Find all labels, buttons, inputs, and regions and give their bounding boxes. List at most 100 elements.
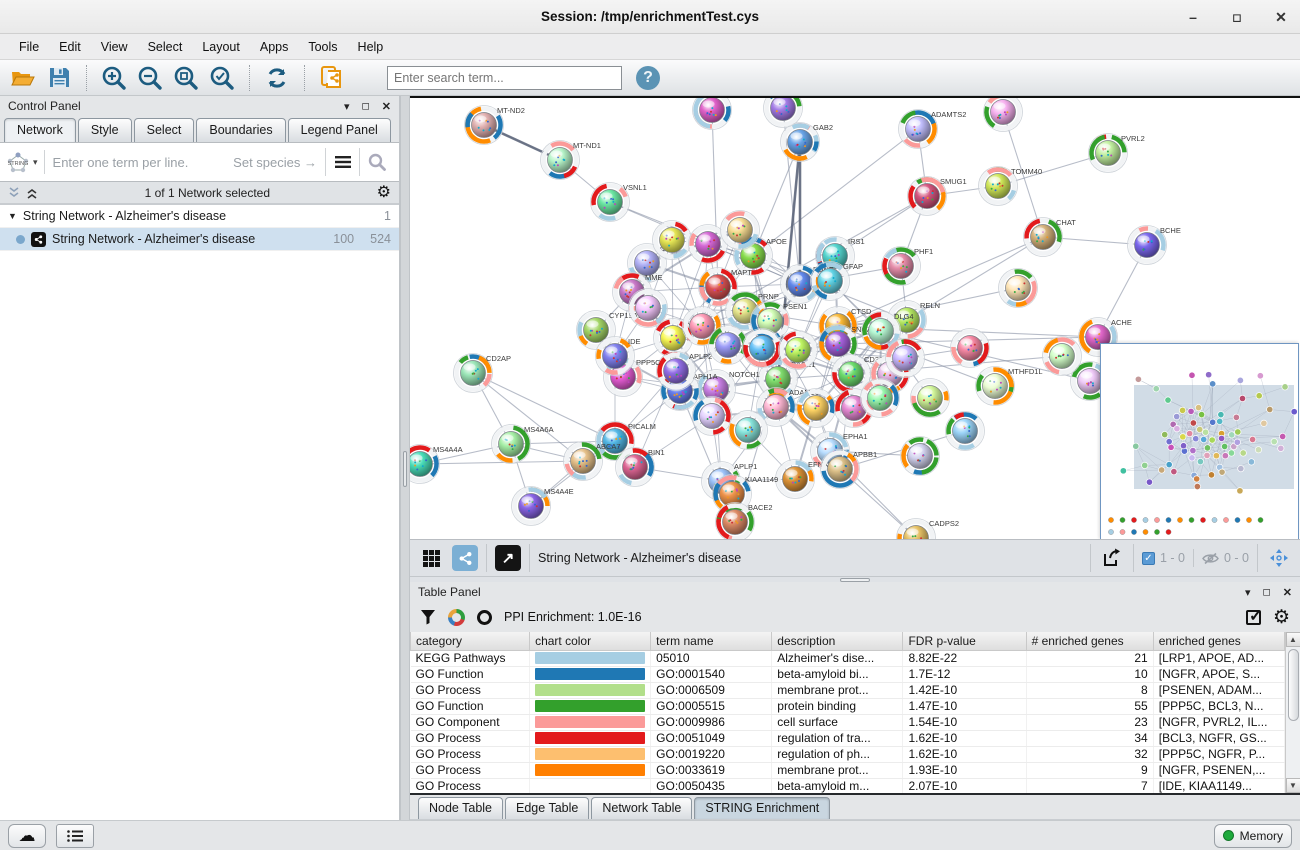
menu-select[interactable]: Select [139, 37, 192, 57]
filter-icon[interactable] [420, 609, 436, 625]
table-row[interactable]: GO ProcessGO:0051049regulation of tra...… [411, 730, 1285, 746]
panel-float-icon[interactable]: ◻ [1262, 587, 1270, 598]
detach-view-button[interactable]: ↗ [495, 545, 521, 571]
birds-eye-toggle-button[interactable] [1266, 545, 1292, 571]
network-node[interactable] [946, 412, 985, 451]
panel-close-icon[interactable]: ✕ [1283, 586, 1292, 599]
column-header[interactable]: term name [651, 632, 772, 650]
network-node[interactable] [693, 98, 732, 130]
export-network-button[interactable] [317, 63, 347, 93]
network-node[interactable] [693, 397, 732, 436]
table-row[interactable]: GO ProcessGO:0050435beta-amyloid m...2.0… [411, 778, 1285, 793]
network-node[interactable]: VSNL1 [591, 183, 647, 222]
splitter-handle[interactable] [403, 451, 407, 487]
zoom-fit-button[interactable] [171, 63, 201, 93]
birds-eye-graph[interactable] [1101, 344, 1298, 539]
panel-splitter-vertical[interactable] [400, 96, 410, 820]
search-input[interactable] [387, 66, 622, 90]
tab-select[interactable]: Select [134, 118, 195, 142]
pie-chart-icon[interactable] [448, 609, 465, 626]
menu-tools[interactable]: Tools [299, 37, 346, 57]
open-session-button[interactable] [8, 63, 38, 93]
table-row[interactable]: GO FunctionGO:0001540beta-amyloid bi...1… [411, 666, 1285, 682]
network-row[interactable]: String Network - Alzheimer's disease 100… [0, 228, 399, 251]
tab-boundaries[interactable]: Boundaries [196, 118, 285, 142]
scroll-thumb[interactable] [1288, 649, 1299, 721]
string-query-input[interactable]: Enter one term per line. Set species → [45, 155, 325, 170]
network-node[interactable]: SMUG1 [908, 177, 967, 216]
scroll-up-button[interactable]: ▲ [1286, 632, 1300, 647]
network-node[interactable]: CHAT [1024, 218, 1077, 257]
network-node[interactable]: PHF1 [882, 247, 934, 286]
refresh-button[interactable] [262, 63, 292, 93]
column-header[interactable]: enriched genes [1153, 632, 1284, 650]
network-node[interactable]: MS4A6A [492, 425, 554, 464]
network-node[interactable]: ADAMTS2 [899, 110, 967, 149]
column-header[interactable]: FDR p-value [903, 632, 1026, 650]
network-canvas[interactable]: MT-ND2MT-ND1VSNL1GAB2ADAMTS2PVRL2TOMM40S… [410, 96, 1300, 539]
zoom-selected-button[interactable] [207, 63, 237, 93]
expand-all-icon[interactable] [26, 187, 38, 199]
network-node[interactable]: MS4A4A [410, 445, 463, 484]
collapse-all-icon[interactable] [8, 187, 20, 199]
network-node[interactable]: PVRL2 [1089, 134, 1145, 173]
grid-view-button[interactable] [418, 545, 444, 571]
export-view-button[interactable] [1099, 545, 1125, 571]
tab-node-table[interactable]: Node Table [418, 797, 503, 819]
zoom-in-button[interactable] [99, 63, 129, 93]
menu-apps[interactable]: Apps [251, 37, 298, 57]
network-node[interactable]: TOMM40 [979, 167, 1043, 206]
memory-button[interactable]: Memory [1214, 824, 1292, 848]
tab-string-enrichment[interactable]: STRING Enrichment [694, 797, 830, 819]
panel-collapse-icon[interactable]: ▾ [344, 100, 350, 113]
network-node[interactable]: MT-ND1 [541, 141, 601, 180]
save-session-button[interactable] [44, 63, 74, 93]
tree-expander-icon[interactable]: ▼ [8, 211, 17, 221]
string-source-selector[interactable]: STRING ▾ [6, 150, 45, 174]
network-collection-row[interactable]: ▼ String Network - Alzheimer's disease 1 [0, 205, 399, 228]
menu-view[interactable]: View [92, 37, 137, 57]
network-node[interactable] [729, 411, 768, 450]
panel-close-icon[interactable]: ✕ [382, 100, 391, 113]
panel-collapse-icon[interactable]: ▾ [1245, 586, 1251, 599]
tab-style[interactable]: Style [78, 118, 132, 142]
menu-edit[interactable]: Edit [50, 37, 90, 57]
column-header[interactable]: description [772, 632, 903, 650]
column-header[interactable]: # enriched genes [1026, 632, 1153, 650]
scroll-down-button[interactable]: ▼ [1286, 778, 1300, 793]
table-row[interactable]: GO ProcessGO:0033619membrane prot...1.93… [411, 762, 1285, 778]
tab-network[interactable]: Network [4, 118, 76, 142]
cloud-button[interactable]: ☁ [8, 824, 46, 848]
menu-help[interactable]: Help [349, 37, 393, 57]
gear-icon[interactable]: ⚙ [1273, 608, 1290, 627]
gear-icon[interactable]: ⚙ [377, 185, 391, 201]
menu-file[interactable]: File [10, 37, 48, 57]
table-row[interactable]: KEGG Pathways05010Alzheimer's dise...8.8… [411, 650, 1285, 666]
network-node[interactable] [1043, 337, 1082, 376]
minimize-button[interactable]: – [1184, 9, 1202, 25]
maximize-button[interactable]: ◻ [1228, 11, 1246, 24]
network-node[interactable]: ABCA7 [564, 442, 621, 481]
network-node[interactable]: BCHE [1128, 226, 1181, 265]
share-view-button[interactable] [452, 545, 478, 571]
network-node[interactable]: BACE2 [716, 503, 773, 540]
network-node[interactable]: APBB1 [821, 450, 878, 489]
select-terms-icon[interactable] [1246, 610, 1261, 625]
ring-chart-icon[interactable] [477, 610, 492, 625]
column-header[interactable]: category [411, 632, 530, 650]
string-search-button[interactable] [359, 148, 393, 176]
network-node[interactable]: MS4A4E [512, 487, 574, 526]
menu-layout[interactable]: Layout [193, 37, 249, 57]
tab-network-table[interactable]: Network Table [591, 797, 692, 819]
tab-edge-table[interactable]: Edge Table [505, 797, 589, 819]
zoom-out-button[interactable] [135, 63, 165, 93]
splitter-handle[interactable] [840, 578, 870, 582]
help-button[interactable]: ? [636, 66, 660, 90]
network-node[interactable]: GAB2 [781, 123, 834, 162]
network-node[interactable]: BIN1 [616, 448, 665, 487]
network-node[interactable] [999, 269, 1038, 308]
column-header[interactable]: chart color [530, 632, 651, 650]
network-node[interactable] [901, 437, 940, 476]
close-button[interactable]: ✕ [1272, 9, 1290, 26]
network-node[interactable] [911, 379, 950, 418]
